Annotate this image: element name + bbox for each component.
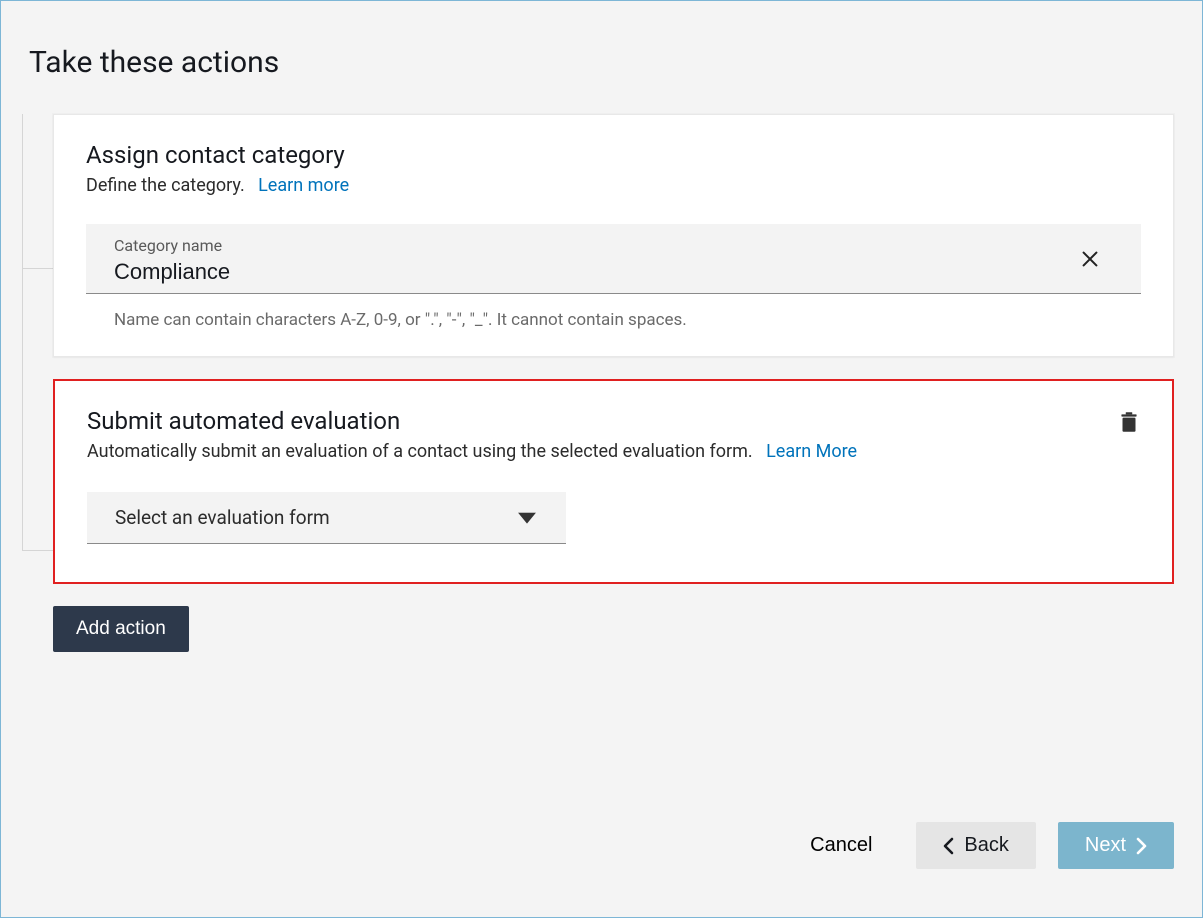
card-subtitle-row: Automatically submit an evaluation of a … <box>87 441 1140 462</box>
page-title: Take these actions <box>1 1 1202 80</box>
learn-more-link[interactable]: Learn More <box>766 441 857 462</box>
card-subtitle: Define the category. <box>86 175 245 196</box>
category-name-input[interactable] <box>114 259 1089 285</box>
category-hint: Name can contain characters A-Z, 0-9, or… <box>114 310 1141 330</box>
footer-buttons: Cancel Back Next <box>788 822 1174 869</box>
content-area: Assign contact category Define the categ… <box>1 80 1202 652</box>
card-submit-evaluation: Submit automated evaluation Automaticall… <box>53 379 1174 584</box>
card-title: Assign contact category <box>86 141 1141 169</box>
category-input-label: Category name <box>114 236 1089 255</box>
add-action-button[interactable]: Add action <box>53 606 189 652</box>
card-subtitle: Automatically submit an evaluation of a … <box>87 441 753 462</box>
trash-icon[interactable] <box>1116 407 1142 437</box>
next-label: Next <box>1085 834 1126 857</box>
category-field-row: Category name <box>86 224 1141 294</box>
back-button[interactable]: Back <box>916 822 1035 869</box>
card-title: Submit automated evaluation <box>87 407 1140 435</box>
chevron-right-icon <box>1136 837 1147 855</box>
next-button[interactable]: Next <box>1058 822 1174 869</box>
connector-stub-2 <box>22 550 53 551</box>
learn-more-link[interactable]: Learn more <box>258 175 349 196</box>
evaluation-form-select[interactable]: Select an evaluation form <box>87 492 566 544</box>
connector-stub-1 <box>22 268 53 269</box>
cancel-button[interactable]: Cancel <box>788 824 894 867</box>
clear-icon[interactable] <box>1079 248 1101 270</box>
chevron-left-icon <box>943 837 954 855</box>
eval-form-select-wrap: Select an evaluation form <box>87 492 566 544</box>
category-input-group: Category name <box>86 224 1141 294</box>
card-subtitle-row: Define the category. Learn more <box>86 175 1141 196</box>
card-assign-category: Assign contact category Define the categ… <box>53 114 1174 357</box>
connector-vertical <box>22 114 23 550</box>
action-cards-wrap: Assign contact category Define the categ… <box>53 114 1174 652</box>
back-label: Back <box>964 834 1008 857</box>
page-root: Take these actions Assign contact catego… <box>0 0 1203 918</box>
